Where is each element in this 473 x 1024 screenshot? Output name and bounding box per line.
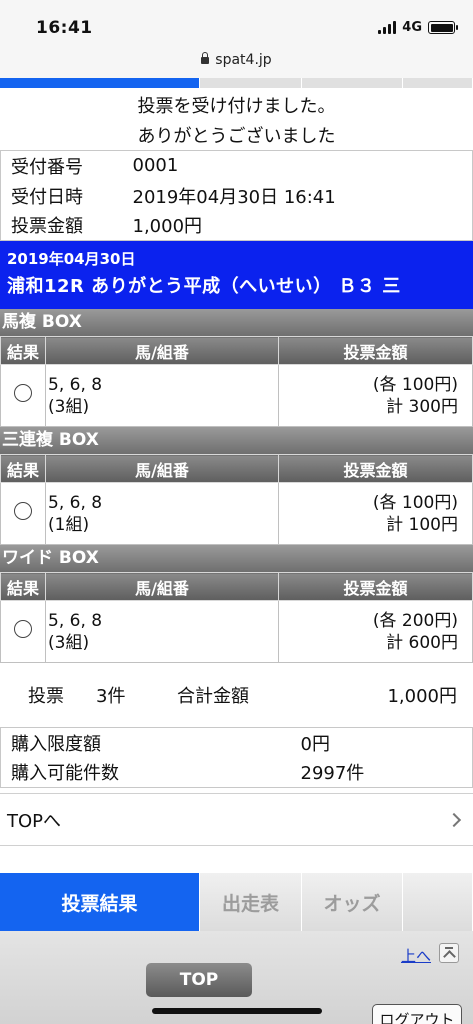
col-header-amount: 投票金額 [278, 454, 473, 483]
bet-summary: 投票 3件 合計金額 1,000円 [0, 663, 473, 727]
status-icons: 4G [378, 20, 458, 35]
top-button[interactable]: TOP [146, 963, 252, 997]
top-tab-active[interactable] [0, 78, 200, 88]
limit-label: 購入限度額 [0, 727, 301, 758]
amount-cell: (各 100円) 計 300円 [278, 364, 473, 427]
scroll-up-link[interactable]: 上へ [401, 945, 431, 966]
top-tab-4[interactable] [403, 78, 473, 88]
bet-type-title: 馬複 BOX [0, 309, 473, 336]
summary-count: 3件 [96, 686, 126, 707]
tab-entries[interactable]: 出走表 [200, 873, 302, 931]
bet-type-title: ワイド BOX [0, 545, 473, 572]
top-tab-2[interactable] [200, 78, 302, 88]
battery-icon [428, 21, 458, 34]
race-date: 2019年04月30日 [7, 250, 136, 268]
tab-extra[interactable] [403, 873, 473, 931]
limit-row: 購入可能件数 2997件 [0, 757, 473, 788]
limit-label: 購入可能件数 [0, 757, 301, 788]
top-page-link-label: TOPへ [7, 810, 62, 832]
main-content: 投票を受け付けました。 ありがとうございました 受付番号 0001 受付日時 2… [0, 88, 473, 846]
limit-value: 0円 [300, 727, 473, 758]
receipt-label: 受付番号 [0, 150, 123, 181]
bet-table: 結果 馬/組番 投票金額 5, 6, 8 (3組) (各 200円) 計 600… [0, 572, 473, 663]
receipt-label: 投票金額 [0, 210, 123, 241]
home-indicator [152, 1008, 322, 1014]
bottom-tab-bar: 投票結果 出走表 オッズ [0, 873, 473, 931]
combo-count: (3組) [48, 396, 90, 417]
receipt-row: 受付番号 0001 [0, 150, 473, 181]
table-row: 5, 6, 8 (1組) (各 100円) 計 100円 [0, 482, 473, 545]
col-header-result: 結果 [0, 454, 46, 483]
receipt-label: 受付日時 [0, 180, 123, 211]
horse-numbers: 5, 6, 8 [48, 492, 103, 513]
col-header-combination: 馬/組番 [45, 336, 279, 365]
summary-total: 1,000円 [387, 686, 457, 707]
per-amount: (各 100円) [372, 374, 458, 395]
receipt-value: 0001 [122, 150, 473, 181]
race-header: 2019年04月30日 浦和12R ありがとう平成（へいせい） Ｂ３ 三 [0, 241, 473, 309]
per-amount: (各 200円) [372, 610, 458, 631]
tab-bet-results[interactable]: 投票結果 [0, 873, 200, 931]
receipt-table: 受付番号 0001 受付日時 2019年04月30日 16:41 投票金額 1,… [0, 150, 473, 241]
limit-value: 2997件 [300, 757, 473, 788]
bet-table: 結果 馬/組番 投票金額 5, 6, 8 (1組) (各 100円) 計 100… [0, 454, 473, 545]
top-tab-3[interactable] [302, 78, 403, 88]
top-tab-strip [0, 78, 473, 88]
accept-message-line1: 投票を受け付けました。 [137, 96, 336, 117]
col-header-combination: 馬/組番 [45, 454, 279, 483]
signal-icon [378, 21, 397, 34]
combination-cell: 5, 6, 8 (3組) [45, 600, 279, 663]
col-header-amount: 投票金額 [278, 336, 473, 365]
table-row: 5, 6, 8 (3組) (各 100円) 計 300円 [0, 364, 473, 427]
top-page-link[interactable]: TOPへ [0, 793, 473, 846]
col-header-result: 結果 [0, 336, 46, 365]
combo-count: (3組) [48, 632, 90, 653]
logout-button[interactable]: ログアウト [372, 1004, 462, 1024]
total-amount: 計 100円 [386, 514, 458, 535]
table-row: 5, 6, 8 (3組) (各 200円) 計 600円 [0, 600, 473, 663]
url-text: spat4.jp [215, 52, 272, 68]
col-header-result: 結果 [0, 572, 46, 601]
total-amount: 計 600円 [386, 632, 458, 653]
footer: 上へ TOP ログアウト [0, 931, 473, 1024]
summary-total-label: 合計金額 [177, 686, 249, 707]
horse-numbers: 5, 6, 8 [48, 374, 103, 395]
network-label: 4G [402, 20, 422, 35]
summary-label: 投票 [28, 686, 64, 707]
total-amount: 計 300円 [386, 396, 458, 417]
combination-cell: 5, 6, 8 (1組) [45, 482, 279, 545]
lock-icon [201, 52, 210, 64]
col-header-combination: 馬/組番 [45, 572, 279, 601]
bet-table: 結果 馬/組番 投票金額 5, 6, 8 (3組) (各 100円) 計 300… [0, 336, 473, 427]
amount-cell: (各 200円) 計 600円 [278, 600, 473, 663]
tab-odds[interactable]: オッズ [302, 873, 403, 931]
combination-cell: 5, 6, 8 (3組) [45, 364, 279, 427]
per-amount: (各 100円) [372, 492, 458, 513]
purchase-limit-table: 購入限度額 0円 購入可能件数 2997件 [0, 727, 473, 788]
status-bar: 16:41 4G [0, 0, 473, 50]
accept-message: 投票を受け付けました。 ありがとうございました [0, 88, 473, 150]
address-bar[interactable]: spat4.jp [0, 48, 473, 78]
accept-message-line2: ありがとうございました [137, 126, 336, 147]
bet-type-title: 三連複 BOX [0, 427, 473, 454]
receipt-row: 投票金額 1,000円 [0, 210, 473, 241]
result-radio[interactable] [14, 620, 32, 638]
status-time: 16:41 [36, 18, 93, 38]
race-name: 浦和12R ありがとう平成（へいせい） Ｂ３ 三 [7, 276, 401, 297]
result-radio[interactable] [14, 502, 32, 520]
scroll-to-top-icon[interactable] [439, 943, 459, 963]
amount-cell: (各 100円) 計 100円 [278, 482, 473, 545]
result-radio[interactable] [14, 384, 32, 402]
receipt-row: 受付日時 2019年04月30日 16:41 [0, 180, 473, 211]
horse-numbers: 5, 6, 8 [48, 610, 103, 631]
receipt-value: 1,000円 [122, 210, 473, 241]
chevron-right-icon [446, 812, 462, 827]
receipt-value: 2019年04月30日 16:41 [122, 180, 473, 211]
combo-count: (1組) [48, 514, 90, 535]
col-header-amount: 投票金額 [278, 572, 473, 601]
limit-row: 購入限度額 0円 [0, 727, 473, 758]
